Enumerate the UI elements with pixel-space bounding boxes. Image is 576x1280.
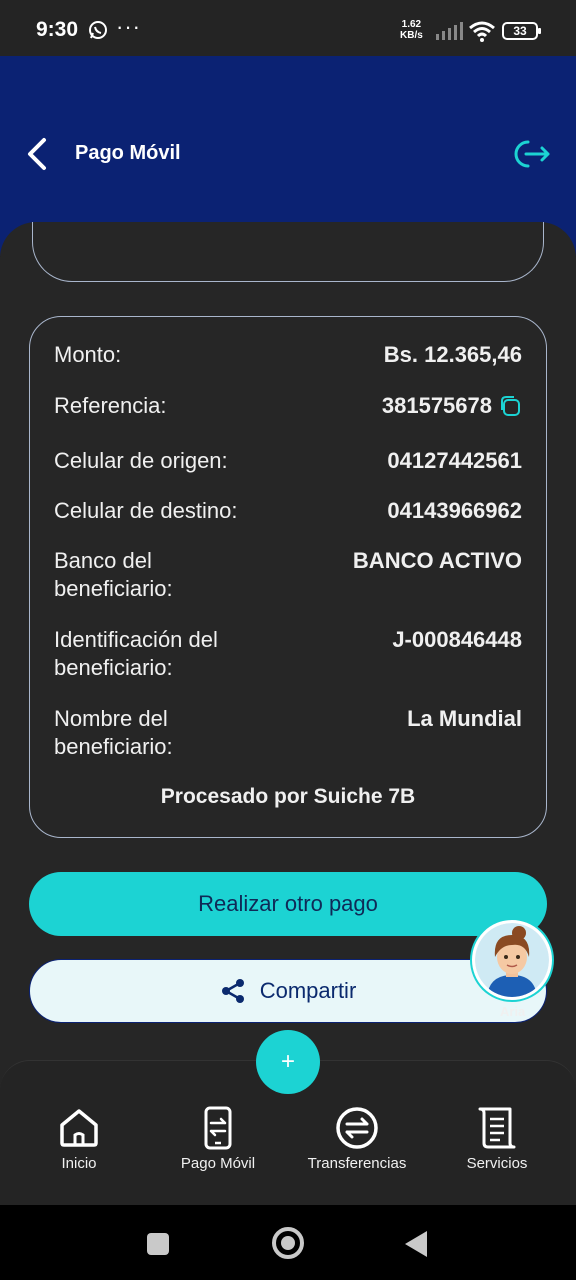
whatsapp-icon — [89, 21, 107, 39]
status-time: 9:30 — [36, 18, 79, 41]
home-icon — [60, 1109, 98, 1147]
previous-card-edge — [32, 222, 544, 282]
network-speed: 1.62 KB/s — [400, 19, 423, 41]
nav-label-pago-movil: Pago Móvil — [180, 1155, 256, 1172]
payment-receipt-card: Monto: Bs. 12.365,46 Referencia: 3815756… — [29, 316, 547, 838]
beneficiary-name-value: La Mundial — [407, 706, 522, 731]
logout-icon[interactable] — [512, 136, 552, 172]
copy-icon[interactable] — [498, 394, 522, 418]
receipt-icon — [478, 1107, 516, 1149]
wifi-icon — [469, 21, 495, 42]
nav-item-transferencias[interactable]: Transferencias — [292, 1105, 422, 1172]
receipt-row-beneficiary-name: Nombre del beneficiario: La Mundial — [54, 705, 522, 761]
nav-label-transferencias: Transferencias — [307, 1155, 407, 1172]
page-title: Pago Móvil — [75, 142, 181, 164]
beneficiary-bank-label: Banco del beneficiario: — [54, 548, 173, 601]
destination-phone-label: Celular de destino: — [54, 498, 238, 523]
share-button[interactable]: Compartir — [29, 959, 547, 1023]
receipt-row-destination-phone: Celular de destino: 04143966962 — [54, 497, 522, 525]
assistant-avatar-illustration — [475, 923, 549, 997]
reference-value-group: 381575678 — [382, 392, 522, 420]
battery-icon: 33 — [502, 22, 541, 40]
assistant-label: Aria — [500, 1004, 526, 1019]
origin-phone-value: 04127442561 — [387, 448, 522, 473]
back-triangle-icon[interactable] — [405, 1231, 427, 1257]
amount-value: Bs. 12.365,46 — [383, 342, 522, 367]
beneficiary-bank-value: BANCO ACTIVO — [352, 548, 522, 573]
amount-label: Monto: — [54, 342, 122, 367]
phone-payment-icon — [204, 1106, 232, 1150]
nav-item-servicios[interactable]: Servicios — [432, 1105, 562, 1172]
back-arrow-icon[interactable] — [22, 134, 54, 174]
recent-apps-icon[interactable] — [147, 1233, 169, 1255]
receipt-row-beneficiary-bank: Banco del beneficiario: BANCO ACTIVO — [54, 547, 522, 603]
destination-phone-value: 04143966962 — [387, 498, 522, 523]
net-speed-value: 1.62 — [401, 19, 422, 30]
net-speed-unit: KB/s — [400, 30, 423, 41]
share-label: Compartir — [259, 978, 357, 1003]
reference-value: 381575678 — [381, 393, 492, 418]
share-icon — [221, 979, 244, 1003]
receipt-row-reference: Referencia: 381575678 — [54, 392, 522, 420]
receipt-row-beneficiary-id: Identificación del beneficiario: J-00084… — [54, 626, 522, 682]
processed-by-text: Procesado por Suiche 7B — [160, 785, 416, 808]
beneficiary-name-label: Nombre del beneficiario: — [54, 706, 173, 759]
receipt-row-origin-phone: Celular de origen: 04127442561 — [54, 447, 522, 475]
transfer-icon — [336, 1107, 378, 1149]
nav-label-inicio: Inicio — [61, 1155, 97, 1172]
system-nav-bar — [0, 1205, 576, 1280]
assistant-avatar[interactable] — [472, 920, 552, 1000]
beneficiary-id-value: J-000846448 — [392, 627, 522, 652]
origin-phone-label: Celular de origen: — [54, 448, 228, 473]
nav-label-servicios: Servicios — [466, 1155, 528, 1172]
beneficiary-id-label: Identificación del beneficiario: — [54, 627, 218, 680]
status-bar: 9:30 ··· 1.62 KB/s 33 — [0, 0, 576, 56]
receipt-row-amount: Monto: Bs. 12.365,46 — [54, 341, 522, 369]
signal-icon — [436, 22, 463, 40]
nav-item-inicio[interactable]: Inicio — [14, 1105, 144, 1172]
more-notifications-icon: ··· — [116, 14, 141, 39]
add-fab-button[interactable]: + — [256, 1030, 320, 1094]
make-another-payment-button[interactable]: Realizar otro pago — [29, 872, 547, 936]
nav-item-pago-movil[interactable]: Pago Móvil — [153, 1105, 283, 1172]
reference-label: Referencia: — [54, 393, 167, 418]
home-circle-icon[interactable] — [272, 1227, 304, 1259]
